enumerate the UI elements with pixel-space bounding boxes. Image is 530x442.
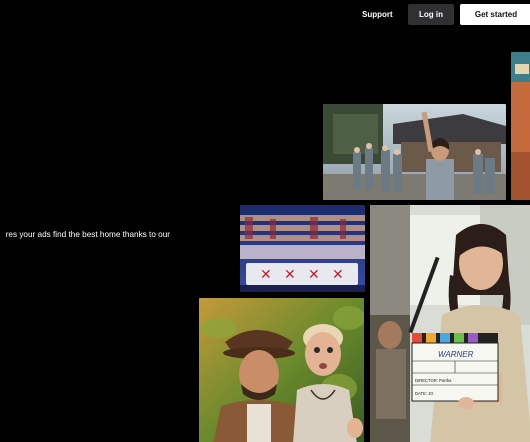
svg-text:✕: ✕	[284, 267, 296, 283]
talent-show-image: ✕ ✕ ✕ ✕	[240, 205, 365, 292]
jungle-couple-image	[199, 298, 364, 442]
support-link[interactable]: Support	[358, 5, 397, 25]
clapperboard-title: WARNER	[438, 350, 474, 359]
svg-text:✕: ✕	[332, 267, 344, 283]
get-started-button[interactable]: Get started	[460, 4, 530, 25]
page: Support Log in Get started res your ads …	[0, 0, 530, 442]
edge-partial-image	[511, 52, 530, 200]
svg-text:✕: ✕	[260, 267, 272, 283]
film-set-girl-image: WARNER DIRECTOR: Partha DATE: JG	[370, 205, 530, 442]
clapperboard-date: DATE: JG	[415, 391, 434, 396]
svg-text:✕: ✕	[308, 267, 320, 283]
login-button[interactable]: Log in	[408, 4, 454, 25]
temple-dance-image	[323, 104, 506, 200]
clapperboard-director: DIRECTOR: Partha	[415, 378, 452, 383]
hero-description: res your ads find the best home thanks t…	[5, 230, 170, 239]
